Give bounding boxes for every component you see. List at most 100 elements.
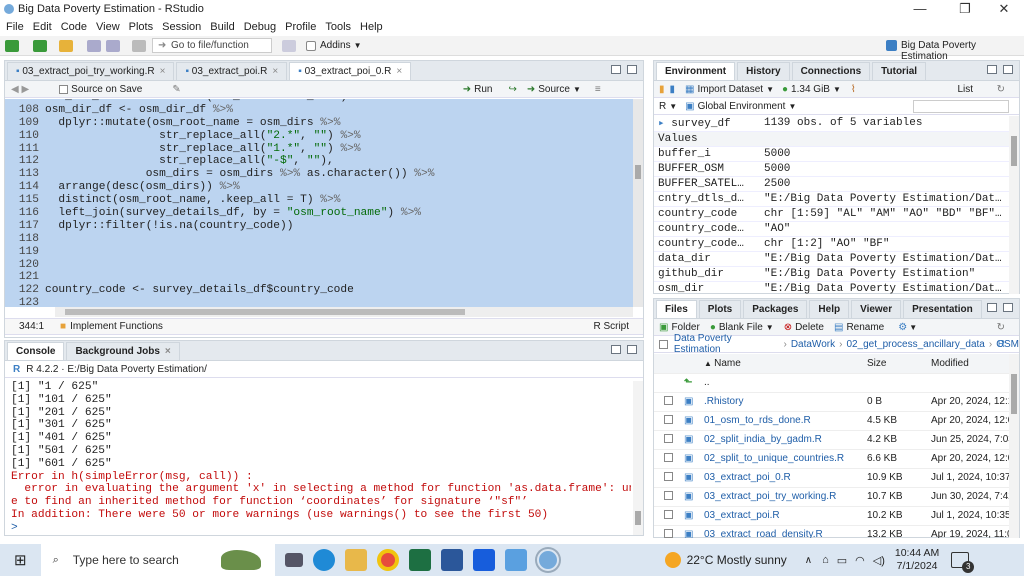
list-view-menu[interactable]: List [957, 84, 973, 95]
delete-button[interactable]: Delete [795, 322, 824, 333]
code-line[interactable]: 117 dplyr::filter(!is.na(country_code)) [5, 220, 643, 233]
env-search-input[interactable] [913, 99, 1009, 113]
tab-history[interactable]: History [737, 62, 790, 80]
scrollbar-thumb[interactable] [1011, 136, 1017, 166]
menu-build[interactable]: Build [210, 21, 234, 33]
minimize-pane-icon[interactable] [611, 345, 621, 354]
env-var-name[interactable]: osm_dir [654, 281, 760, 294]
open-folder-icon[interactable] [59, 39, 73, 52]
goto-file-input[interactable]: ➜ Go to file/function [152, 38, 272, 53]
rstudio-taskbar-icon[interactable] [536, 549, 559, 571]
menu-debug[interactable]: Debug [244, 21, 276, 33]
file-row[interactable]: ▣ 02_split_india_by_gadm.R 4.2 KB Jun 25, 2… [654, 430, 1009, 450]
editor-scrollbar[interactable] [633, 99, 643, 307]
chevron-down-icon[interactable]: ▼ [766, 85, 774, 94]
store-icon[interactable] [504, 549, 527, 571]
menu-view[interactable]: View [96, 21, 120, 33]
r-project-icon[interactable]: R [998, 339, 1005, 350]
file-name[interactable]: 03_extract_poi.R [700, 506, 863, 526]
minimize-button[interactable]: — [900, 0, 940, 18]
code-line[interactable]: 111 str_replace_all("1.*", "") %>% [5, 143, 643, 156]
code-line[interactable]: 110 str_replace_all("2.*", "") %>% [5, 130, 643, 143]
close-icon[interactable]: × [272, 66, 278, 77]
env-row[interactable]: country_code… chr [1:2] "AO" "BF" [654, 236, 1009, 252]
chevron-down-icon[interactable]: ▼ [833, 85, 841, 94]
weather-icon[interactable] [664, 552, 681, 568]
new-blank-file-button[interactable]: Blank File [719, 322, 763, 333]
close-button[interactable]: ✕ [984, 0, 1024, 18]
file-name[interactable]: 03_extract_poi_0.R [700, 468, 863, 488]
new-file-icon[interactable] [5, 39, 19, 52]
env-row[interactable]: BUFFER_SATEL… 2500 [654, 176, 1009, 192]
code-line[interactable]: 115 distinct(osm_root_name, .keep_all = … [5, 194, 643, 207]
file-name[interactable]: 02_split_india_by_gadm.R [700, 430, 863, 450]
code-line[interactable]: 118 [5, 233, 643, 246]
project-menu[interactable]: Big Data Poverty Estimation [901, 40, 1024, 62]
env-row[interactable]: github_dir "E:/Big Data Poverty Estimatio… [654, 266, 1009, 282]
file-row[interactable]: ▣ 03_extract_poi_0.R 10.9 KB Jul 1, 2024, 1… [654, 468, 1009, 488]
file-checkbox[interactable] [664, 528, 673, 538]
env-row[interactable]: country_code… "AO" [654, 221, 1009, 237]
breadcrumb-item[interactable]: 02_get_process_ancillary_data [846, 339, 984, 350]
save-icon[interactable] [87, 39, 101, 52]
env-var-name[interactable]: github_dir [654, 266, 760, 282]
minimize-pane-icon[interactable] [987, 303, 997, 312]
new-folder-button[interactable]: Folder [671, 322, 699, 333]
refresh-icon[interactable]: ↻ [997, 322, 1005, 333]
file-checkbox[interactable] [664, 395, 673, 405]
tab-connections[interactable]: Connections [791, 62, 871, 80]
code-line[interactable]: 121 [5, 271, 643, 284]
memory-usage[interactable]: 1.34 GiB [791, 84, 830, 95]
tab-packages[interactable]: Packages [743, 300, 808, 318]
chevron-down-icon[interactable]: ▼ [909, 323, 917, 332]
menu-edit[interactable]: Edit [33, 21, 52, 33]
file-row[interactable]: ▣ 03_extract_poi.R 10.2 KB Jul 1, 2024, 10:… [654, 506, 1009, 526]
hscroll-thumb[interactable] [65, 309, 465, 315]
select-all-checkbox[interactable] [659, 339, 668, 349]
windows-start-icon[interactable]: ⊞ [14, 551, 27, 569]
env-var-name[interactable]: BUFFER_OSM [654, 161, 760, 177]
file-row[interactable]: ▣ 03_extract_road_density.R 13.2 KB Apr 19,… [654, 525, 1009, 538]
notification-icon[interactable]: 3 [951, 552, 975, 573]
env-var-name[interactable]: country_code… [654, 221, 760, 237]
file-row[interactable]: ▣ 02_split_to_unique_countries.R 6.6 KB Apr… [654, 449, 1009, 469]
file-row[interactable]: ▣ .Rhistory 0 B Apr 20, 2024, 12:1 [654, 392, 1009, 412]
file-name[interactable]: 02_split_to_unique_countries.R [700, 449, 863, 469]
files-scrollbar[interactable] [1009, 354, 1019, 538]
word-icon[interactable] [440, 549, 463, 571]
file-row[interactable]: ▣ 01_osm_to_rds_done.R 4.5 KB Apr 20, 2024,… [654, 411, 1009, 431]
tab-files[interactable]: Files [656, 300, 697, 318]
tab-extract-poi-0[interactable]: ▪ 03_extract_poi_0.R × [289, 62, 412, 80]
maximize-button[interactable]: ❐ [945, 0, 985, 18]
file-checkbox[interactable] [664, 509, 673, 519]
menu-tools[interactable]: Tools [325, 21, 351, 33]
tab-environment[interactable]: Environment [656, 62, 736, 80]
file-name[interactable]: 03_extract_road_density.R [700, 525, 863, 538]
chevron-down-icon[interactable]: ▼ [788, 102, 796, 111]
horizontal-scrollbar[interactable] [55, 307, 633, 317]
tab-viewer[interactable]: Viewer [851, 300, 902, 318]
tab-background-jobs[interactable]: Background Jobs × [66, 342, 180, 360]
edge-browser-icon[interactable] [312, 549, 335, 571]
menu-plots[interactable]: Plots [129, 21, 153, 33]
task-view-icon[interactable] [284, 553, 303, 567]
broom-icon[interactable]: ⌇ [851, 84, 856, 95]
col-name-header[interactable]: ▲ Name [700, 354, 863, 374]
tab-console[interactable]: Console [7, 342, 65, 360]
menu-help[interactable]: Help [360, 21, 383, 33]
rename-button[interactable]: Rename [846, 322, 884, 333]
code-line[interactable]: 113 osm_dirs = osm_dirs %>% as.character… [5, 168, 643, 181]
maximize-pane-icon[interactable] [627, 65, 637, 74]
load-icon[interactable]: ▮ [659, 84, 665, 95]
menu-session[interactable]: Session [162, 21, 201, 33]
menu-profile[interactable]: Profile [285, 21, 316, 33]
code-line[interactable]: 119 [5, 246, 643, 259]
breadcrumb-item[interactable]: DataWork [791, 339, 835, 350]
file-type[interactable]: R Script [593, 321, 629, 332]
back-icon[interactable]: ◀ ▶ [11, 84, 29, 95]
env-row[interactable]: osm_dir "E:/Big Data Poverty Estimation/D… [654, 281, 1009, 294]
env-row[interactable]: data_dir "E:/Big Data Poverty Estimation/… [654, 251, 1009, 267]
console-output[interactable]: [1] "1 / 625" [1] "101 / 625" [1] "201 / 6… [11, 381, 631, 531]
env-row[interactable]: BUFFER_OSM 5000 [654, 161, 1009, 177]
new-project-icon[interactable] [33, 39, 47, 52]
